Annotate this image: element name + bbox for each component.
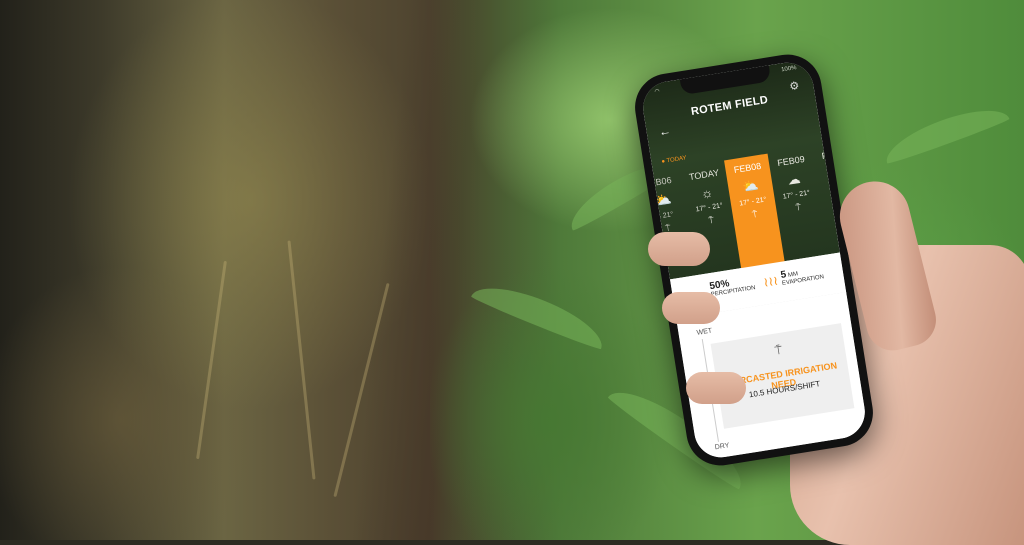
today-tag: ● TODAY xyxy=(661,155,688,166)
evaporation-stat: ≀≀≀ 5 MM EVAPORATION xyxy=(762,263,824,289)
evaporation-icon: ≀≀≀ xyxy=(762,272,780,290)
sun-cloud-icon: ☼ xyxy=(699,184,714,202)
hand-finger xyxy=(662,292,720,324)
back-arrow-icon[interactable]: ← xyxy=(658,124,672,140)
hand-finger xyxy=(648,232,710,266)
hand-finger xyxy=(686,372,746,404)
day-label: FEB09 xyxy=(776,153,806,169)
battery-status: 100% xyxy=(780,65,797,74)
page-title: ROTEM FIELD xyxy=(690,93,769,118)
day-label: FEB08 xyxy=(733,160,762,175)
day-label: TODAY xyxy=(688,167,720,183)
dry-label: DRY xyxy=(714,442,730,452)
wifi-icon: ◠ xyxy=(654,88,661,96)
irrigation-drop-icon: ⍑ xyxy=(794,202,802,213)
partly-cloudy-icon: ⛅ xyxy=(741,177,760,195)
wet-label: WET xyxy=(696,327,713,337)
irrigation-drop-icon: ⍑ xyxy=(751,208,759,220)
precipitation-stat: ☁ 50% PERCIPITATION xyxy=(691,274,756,301)
irrigation-drop-icon: ⍑ xyxy=(707,214,715,226)
